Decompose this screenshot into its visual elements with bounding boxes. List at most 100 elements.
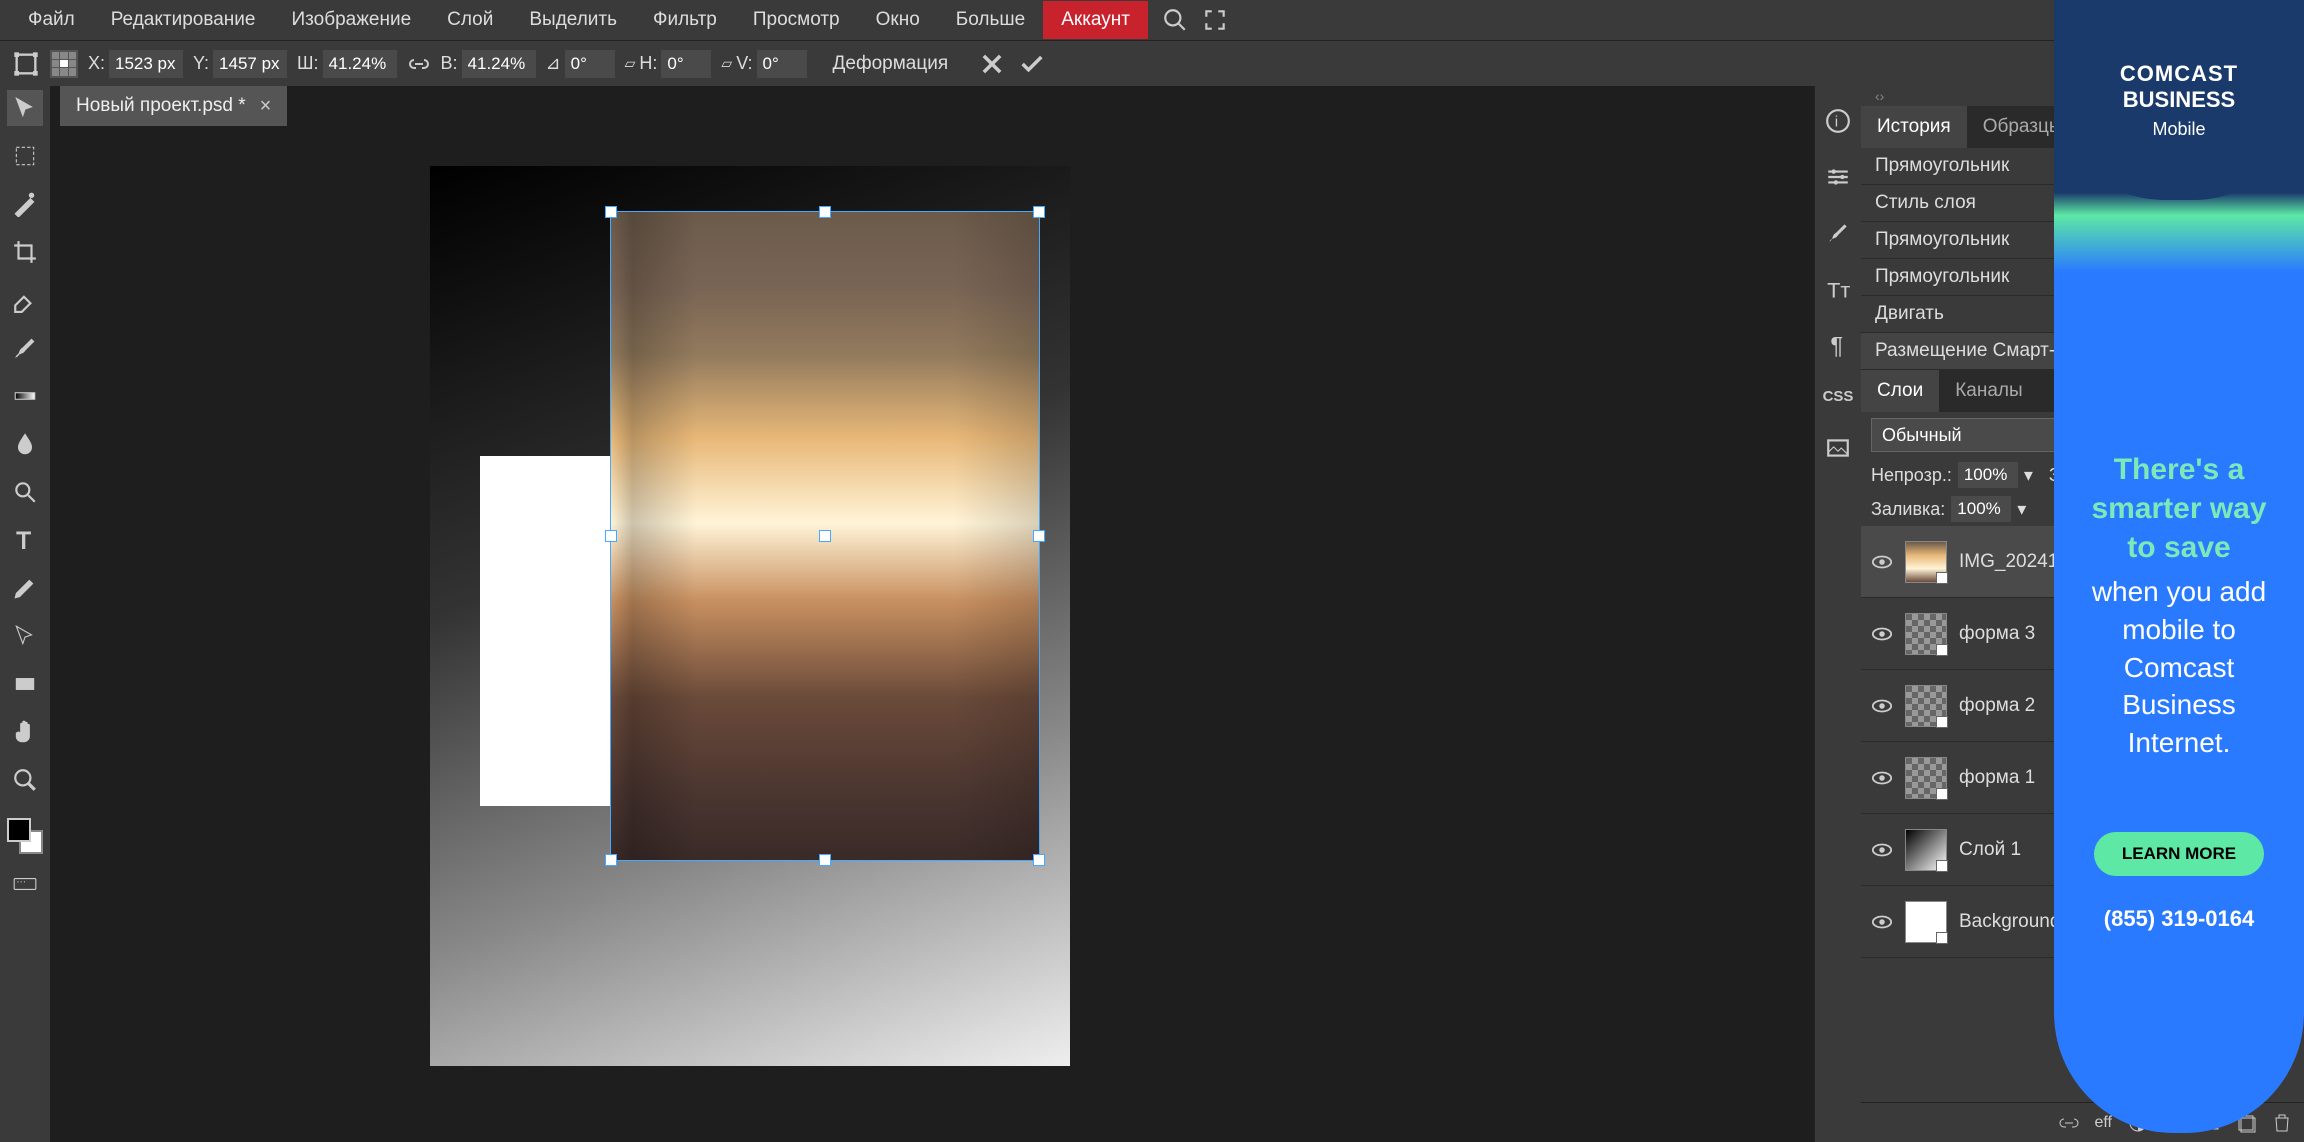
image-panel-icon[interactable]	[1825, 435, 1851, 461]
dropdown-icon[interactable]: ▾	[2017, 499, 2026, 520]
shape-tool[interactable]	[7, 666, 43, 702]
layer-name[interactable]: форма 1	[1959, 767, 2035, 789]
reference-point-grid[interactable]	[50, 50, 78, 78]
ad-headline: There's a smarter way to save	[2074, 450, 2284, 567]
handle-tc[interactable]	[819, 206, 831, 218]
brush-panel-icon[interactable]	[1825, 220, 1851, 246]
hskew-label: H:	[639, 53, 657, 74]
visibility-icon[interactable]	[1871, 767, 1893, 789]
x-input[interactable]	[109, 50, 183, 78]
search-icon[interactable]	[1162, 7, 1188, 33]
fill-label: Заливка:	[1871, 499, 1945, 520]
transform-icon[interactable]	[12, 50, 40, 78]
canvas-workspace[interactable]: Новый проект.psd * ×	[50, 86, 1814, 1142]
color-swatches[interactable]	[7, 818, 43, 854]
menu-view[interactable]: Просмотр	[735, 1, 858, 39]
zoom-tool[interactable]	[7, 762, 43, 798]
menu-filter[interactable]: Фильтр	[635, 1, 735, 39]
info-icon[interactable]: i	[1825, 108, 1851, 134]
menu-edit[interactable]: Редактирование	[93, 1, 274, 39]
menu-image[interactable]: Изображение	[273, 1, 429, 39]
delete-layer-icon[interactable]	[2272, 1113, 2292, 1133]
blur-tool[interactable]	[7, 426, 43, 462]
gradient-tool[interactable]	[7, 378, 43, 414]
menu-window[interactable]: Окно	[858, 1, 938, 39]
w-label: Ш:	[297, 53, 319, 74]
handle-bl[interactable]	[605, 854, 617, 866]
crop-tool[interactable]	[7, 234, 43, 270]
handle-mr[interactable]	[1033, 530, 1045, 542]
pen-tool[interactable]	[7, 570, 43, 606]
menu-file[interactable]: Файл	[10, 1, 93, 39]
link-icon[interactable]	[407, 52, 431, 76]
character-icon[interactable]: Tт	[1825, 276, 1851, 302]
document-tab-title: Новый проект.psd *	[76, 95, 246, 117]
w-input[interactable]	[323, 50, 397, 78]
layer-thumbnail[interactable]	[1905, 757, 1947, 799]
link-layers-icon[interactable]	[2059, 1113, 2079, 1133]
menu-select[interactable]: Выделить	[511, 1, 635, 39]
menu-account[interactable]: Аккаунт	[1043, 1, 1148, 39]
confirm-icon[interactable]	[1018, 50, 1046, 78]
wand-tool[interactable]	[7, 186, 43, 222]
handle-br[interactable]	[1033, 854, 1045, 866]
h-input[interactable]	[462, 50, 536, 78]
handle-tl[interactable]	[605, 206, 617, 218]
sliders-icon[interactable]	[1825, 164, 1851, 190]
smart-object-bounds[interactable]	[610, 211, 1040, 861]
visibility-icon[interactable]	[1871, 911, 1893, 933]
hskew-input[interactable]	[661, 50, 711, 78]
visibility-icon[interactable]	[1871, 623, 1893, 645]
document-tab[interactable]: Новый проект.psd * ×	[60, 86, 287, 126]
vskew-input[interactable]	[757, 50, 807, 78]
keyboard-icon[interactable]	[7, 866, 43, 902]
fullscreen-icon[interactable]	[1202, 7, 1228, 33]
menu-layer[interactable]: Слой	[429, 1, 511, 39]
marquee-tool[interactable]	[7, 138, 43, 174]
channels-tab[interactable]: Каналы	[1939, 370, 2038, 412]
brush-tool[interactable]	[7, 330, 43, 366]
layers-tab[interactable]: Слои	[1861, 370, 1939, 412]
angle-input[interactable]	[565, 50, 615, 78]
handle-bc[interactable]	[819, 854, 831, 866]
layer-thumbnail[interactable]	[1905, 613, 1947, 655]
path-tool[interactable]	[7, 618, 43, 654]
visibility-icon[interactable]	[1871, 551, 1893, 573]
canvas[interactable]	[430, 166, 1070, 1066]
layer-name[interactable]: Слой 1	[1959, 839, 2021, 861]
fill-input[interactable]	[1951, 496, 2011, 522]
effects-label[interactable]: eff	[2095, 1114, 2113, 1132]
eraser-tool[interactable]	[7, 282, 43, 318]
layer-name[interactable]: форма 3	[1959, 623, 2035, 645]
layer-thumbnail[interactable]	[1905, 829, 1947, 871]
handle-ml[interactable]	[605, 530, 617, 542]
css-panel-icon[interactable]: CSS	[1823, 388, 1854, 405]
opacity-input[interactable]	[1958, 462, 2018, 488]
layer-name[interactable]: форма 2	[1959, 695, 2035, 717]
svg-text:i: i	[1835, 113, 1838, 130]
ad-info-icon[interactable]: ▷ ✕	[2275, 2, 2300, 18]
menu-more[interactable]: Больше	[938, 1, 1043, 39]
cancel-icon[interactable]	[978, 50, 1006, 78]
text-tool[interactable]: T	[7, 522, 43, 558]
visibility-icon[interactable]	[1871, 839, 1893, 861]
move-tool[interactable]	[7, 90, 43, 126]
dropdown-icon[interactable]: ▾	[2024, 465, 2033, 486]
layer-thumbnail[interactable]	[1905, 685, 1947, 727]
hand-tool[interactable]	[7, 714, 43, 750]
paragraph-icon[interactable]: ¶	[1825, 332, 1851, 358]
handle-tr[interactable]	[1033, 206, 1045, 218]
ad-cta-button[interactable]: LEARN MORE	[2094, 832, 2264, 876]
warp-label[interactable]: Деформация	[833, 53, 949, 75]
x-label: X:	[88, 53, 105, 74]
handle-mc[interactable]	[819, 530, 831, 542]
dodge-tool[interactable]	[7, 474, 43, 510]
layer-thumbnail[interactable]	[1905, 541, 1947, 583]
layer-thumbnail[interactable]	[1905, 901, 1947, 943]
close-tab-icon[interactable]: ×	[260, 95, 272, 118]
advertisement[interactable]: ▷ ✕ COMCAST BUSINESS Mobile There's a sm…	[2054, 0, 2304, 1133]
layer-name[interactable]: Background	[1959, 911, 2060, 933]
y-input[interactable]	[213, 50, 287, 78]
history-tab[interactable]: История	[1861, 106, 1967, 148]
visibility-icon[interactable]	[1871, 695, 1893, 717]
